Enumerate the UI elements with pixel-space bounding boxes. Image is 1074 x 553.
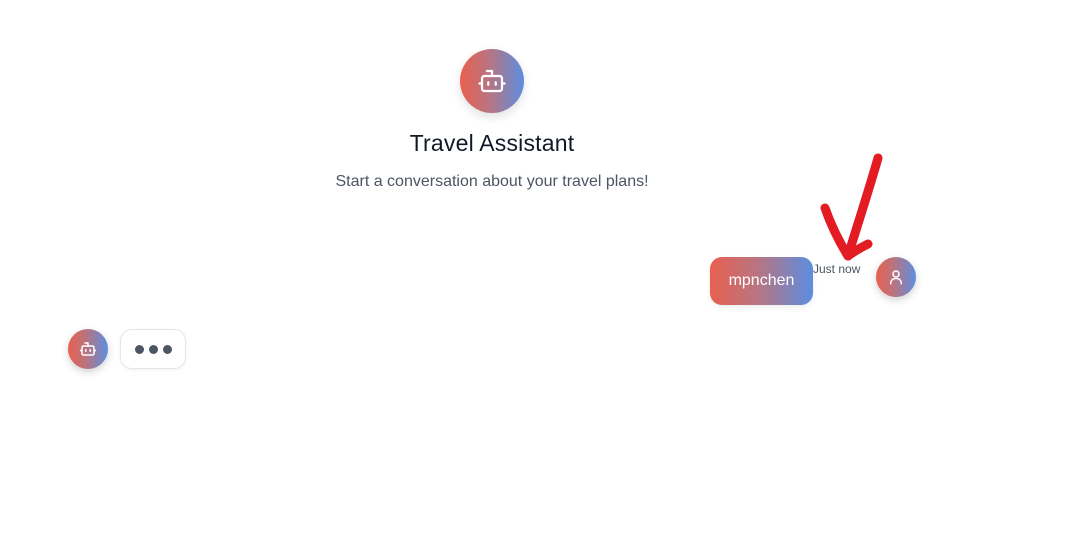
bot-icon — [79, 342, 97, 356]
user-icon — [890, 270, 902, 285]
typing-dot — [162, 344, 172, 354]
bot-icon — [478, 69, 506, 93]
chat-screen: Travel Assistant Start a conversation ab… — [0, 0, 1074, 553]
typing-dot — [134, 344, 144, 354]
typing-indicator — [120, 329, 186, 369]
assistant-avatar — [68, 329, 108, 369]
user-message-bubble: mpnchen — [710, 257, 813, 305]
typing-dot — [148, 344, 158, 354]
annotation-arrow-icon — [820, 153, 883, 261]
assistant-hero-avatar — [460, 49, 524, 113]
